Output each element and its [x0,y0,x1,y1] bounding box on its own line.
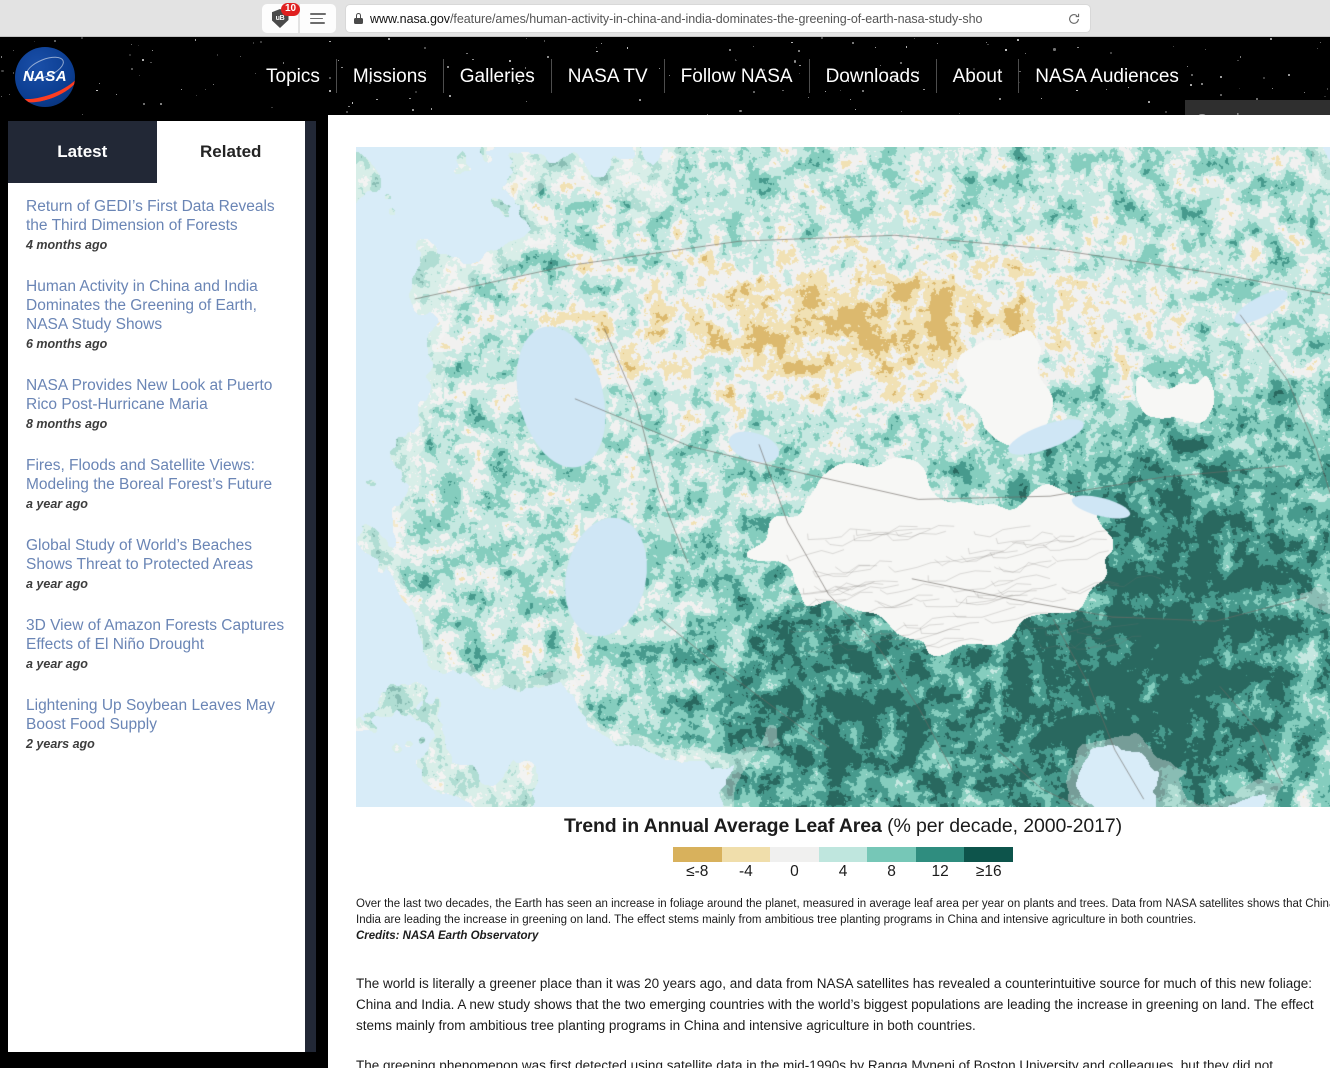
news-item-timestamp: a year ago [26,657,287,671]
legend-label-1: -4 [722,863,771,881]
news-item-title[interactable]: Lightening Up Soybean Leaves May Boost F… [26,696,287,734]
reload-icon[interactable] [1067,12,1081,26]
news-item-timestamp: 8 months ago [26,417,287,431]
legend-title-units: (% per decade, 2000-2017) [882,815,1122,837]
legend-labels: ≤-8-404812≥16 [673,863,1013,881]
article-body: The world is literally a greener place t… [356,973,1324,1068]
news-item[interactable]: NASA Provides New Look at Puerto Rico Po… [26,376,287,431]
ublock-label: uB [276,15,285,22]
legend-swatch-1 [722,847,771,862]
legend-swatch-3 [819,847,868,862]
page-root: uB 10 www.nasa.gov/feature/ames/human-ac… [0,0,1330,1068]
url-host: www.nasa.gov [370,12,450,26]
lock-icon [354,13,363,24]
map-legend: Trend in Annual Average Leaf Area (% per… [356,815,1330,881]
nav-item-downloads[interactable]: Downloads [809,59,936,93]
legend-swatch-6 [964,847,1013,862]
news-item[interactable]: Lightening Up Soybean Leaves May Boost F… [26,696,287,751]
news-item[interactable]: Fires, Floods and Satellite Views: Model… [26,456,287,511]
article-paragraph: The world is literally a greener place t… [356,973,1324,1036]
news-item-timestamp: a year ago [26,577,287,591]
nav-item-missions[interactable]: Missions [336,59,443,93]
legend-title-main: Trend in Annual Average Leaf Area [564,815,882,837]
figure-credits: Credits: NASA Earth Observatory [356,929,1330,945]
figure [356,147,1330,807]
nasa-logo[interactable]: NASA [15,47,75,107]
nav-item-nasa-tv[interactable]: NASA TV [551,59,664,93]
article-paragraph: The greening phenomenon was first detect… [356,1055,1324,1068]
nav-item-follow-nasa[interactable]: Follow NASA [664,59,809,93]
legend-label-5: 12 [916,863,965,881]
legend-title: Trend in Annual Average Leaf Area (% per… [356,815,1330,838]
legend-swatch-2 [770,847,819,862]
browser-toolbar: uB 10 www.nasa.gov/feature/ames/human-ac… [0,0,1330,37]
browser-menu-button[interactable] [300,4,336,33]
sidebar-news-list: Return of GEDI’s First Data Reveals the … [8,183,305,751]
news-item[interactable]: Global Study of World’s Beaches Shows Th… [26,536,287,591]
news-item-timestamp: 6 months ago [26,337,287,351]
site-navigation-bar: NASA TopicsMissionsGalleriesNASA TVFollo… [0,37,1330,115]
nav-item-galleries[interactable]: Galleries [443,59,551,93]
legend-swatch-4 [867,847,916,862]
tab-latest[interactable]: Latest [8,121,157,183]
legend-label-4: 8 [867,863,916,881]
ublock-block-count-badge: 10 [281,3,300,16]
news-item-timestamp: a year ago [26,497,287,511]
nav-items: TopicsMissionsGalleriesNASA TVFollow NAS… [250,37,1195,115]
address-bar[interactable]: www.nasa.gov/feature/ames/human-activity… [345,4,1091,33]
news-item[interactable]: Return of GEDI’s First Data Reveals the … [26,197,287,252]
nasa-logo-text: NASA [15,68,75,85]
hamburger-menu-icon [310,10,326,27]
legend-label-6: ≥16 [964,863,1013,881]
news-item-title[interactable]: Return of GEDI’s First Data Reveals the … [26,197,287,235]
news-item-title[interactable]: 3D View of Amazon Forests Captures Effec… [26,616,287,654]
map-canvas [356,147,1330,807]
news-item-title[interactable]: Human Activity in China and India Domina… [26,277,287,334]
news-item[interactable]: Human Activity in China and India Domina… [26,277,287,351]
nav-item-topics[interactable]: Topics [250,59,336,93]
search-input[interactable]: Search [1185,100,1330,115]
legend-swatch-5 [916,847,965,862]
news-item-title[interactable]: Global Study of World’s Beaches Shows Th… [26,536,287,574]
tab-related[interactable]: Related [157,121,306,183]
news-item-title[interactable]: Fires, Floods and Satellite Views: Model… [26,456,287,494]
legend-label-0: ≤-8 [673,863,722,881]
news-item[interactable]: 3D View of Amazon Forests Captures Effec… [26,616,287,671]
nav-item-about[interactable]: About [936,59,1019,93]
sidebar-tabs: LatestRelated [8,121,305,183]
news-item-timestamp: 4 months ago [26,238,287,252]
leaf-area-trend-map [356,147,1330,807]
sidebar-right-edge [305,121,316,1052]
figure-caption: Over the last two decades, the Earth has… [356,897,1330,945]
caption-text: Over the last two decades, the Earth has… [356,897,1330,928]
news-item-title[interactable]: NASA Provides New Look at Puerto Rico Po… [26,376,287,414]
main-content: Trend in Annual Average Leaf Area (% per… [328,115,1330,1068]
legend-swatch-0 [673,847,722,862]
legend-label-3: 4 [819,863,868,881]
legend-swatches [673,847,1013,862]
sidebar: LatestRelated Return of GEDI’s First Dat… [8,121,305,1052]
url-path: /feature/ames/human-activity-in-china-an… [450,12,982,26]
url-text: www.nasa.gov/feature/ames/human-activity… [370,12,982,26]
nav-item-nasa-audiences[interactable]: NASA Audiences [1018,59,1195,93]
news-item-timestamp: 2 years ago [26,737,287,751]
legend-label-2: 0 [770,863,819,881]
